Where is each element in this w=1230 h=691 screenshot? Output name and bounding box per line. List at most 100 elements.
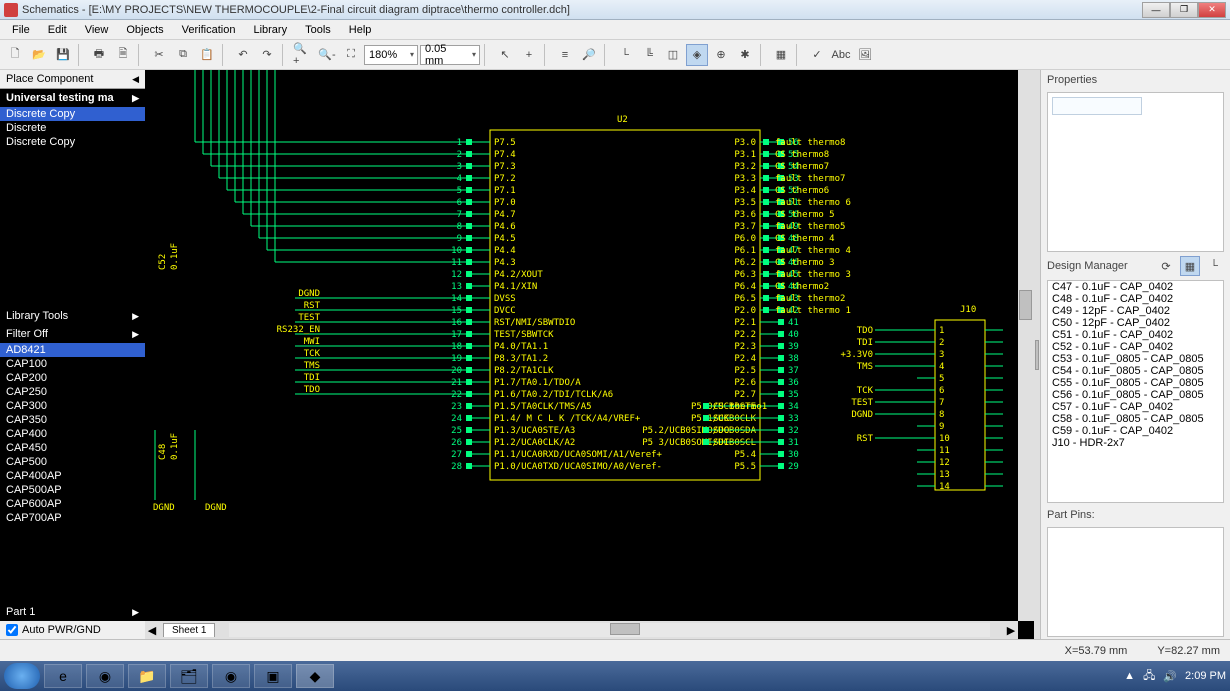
menu-tools[interactable]: Tools: [297, 22, 339, 38]
category-item[interactable]: Discrete Copy: [0, 135, 145, 149]
port-icon[interactable]: ◈: [686, 44, 708, 66]
menu-objects[interactable]: Objects: [118, 22, 171, 38]
task-chrome-icon[interactable]: ◉: [86, 664, 124, 688]
zoom-combo[interactable]: 180%: [364, 45, 418, 65]
close-button[interactable]: ✕: [1198, 2, 1226, 18]
category-item[interactable]: Discrete Copy: [0, 107, 145, 121]
dm-list-item[interactable]: C51 - 0.1uF - CAP_0402: [1048, 329, 1223, 341]
open-icon[interactable]: 📂: [28, 44, 50, 66]
part-item[interactable]: CAP100: [0, 357, 145, 371]
category-item[interactable]: Discrete: [0, 121, 145, 135]
part-item[interactable]: CAP250: [0, 385, 145, 399]
task-diptrace-icon[interactable]: ◆: [296, 664, 334, 688]
part-item[interactable]: CAP350: [0, 413, 145, 427]
pointer-icon[interactable]: ↖: [494, 44, 516, 66]
task-app-icon[interactable]: ▣: [254, 664, 292, 688]
preview-icon[interactable]: 🗎: [112, 44, 134, 66]
dm-list-item[interactable]: C49 - 12pF - CAP_0402: [1048, 305, 1223, 317]
task-explorer-icon[interactable]: 📁: [128, 664, 166, 688]
part-item[interactable]: CAP450: [0, 441, 145, 455]
minimize-button[interactable]: —: [1142, 2, 1170, 18]
dm-list-item[interactable]: J10 - HDR-2x7: [1048, 437, 1223, 449]
schematic-canvas[interactable]: U21P7.52P7.43P7.34P7.25P7.16P7.07P4.78P4…: [145, 70, 1034, 639]
tray-flag-icon[interactable]: ▲: [1124, 670, 1135, 682]
dm-list-item[interactable]: C47 - 0.1uF - CAP_0402: [1048, 281, 1223, 293]
design-manager-list[interactable]: C47 - 0.1uF - CAP_0402C48 - 0.1uF - CAP_…: [1047, 280, 1224, 503]
menu-view[interactable]: View: [77, 22, 117, 38]
place-component-header[interactable]: Place Component◀: [0, 70, 145, 89]
undo-icon[interactable]: ↶: [232, 44, 254, 66]
part-item[interactable]: CAP700AP: [0, 511, 145, 525]
noconn-icon[interactable]: ✱: [734, 44, 756, 66]
start-button[interactable]: [4, 663, 40, 689]
cut-icon[interactable]: ✂: [148, 44, 170, 66]
horizontal-scrollbar[interactable]: [229, 623, 990, 637]
zoom-in-icon[interactable]: 🔍+: [292, 44, 314, 66]
dm-list-item[interactable]: C48 - 0.1uF - CAP_0402: [1048, 293, 1223, 305]
auto-pwr-checkbox[interactable]: [6, 624, 18, 636]
task-ie-icon[interactable]: e: [44, 664, 82, 688]
library-tools[interactable]: Library Tools▶: [0, 307, 145, 325]
save-icon[interactable]: 💾: [52, 44, 74, 66]
dm-list-item[interactable]: C54 - 0.1uF_0805 - CAP_0805: [1048, 365, 1223, 377]
crosshair-icon[interactable]: +: [518, 44, 540, 66]
vertical-scrollbar[interactable]: [1018, 70, 1034, 621]
part-selector[interactable]: Part 1▶: [0, 603, 145, 621]
part-item[interactable]: AD8421: [0, 343, 145, 357]
menu-help[interactable]: Help: [341, 22, 380, 38]
zoom-fit-icon[interactable]: ⛶: [340, 44, 362, 66]
print-icon[interactable]: 🖶: [88, 44, 110, 66]
find-icon[interactable]: 🔎: [578, 44, 600, 66]
properties-box[interactable]: [1047, 92, 1224, 252]
part-item[interactable]: CAP500AP: [0, 483, 145, 497]
dm-list-item[interactable]: C57 - 0.1uF - CAP_0402: [1048, 401, 1223, 413]
task-folder-icon[interactable]: 🗂: [170, 664, 208, 688]
dm-refresh-icon[interactable]: ⟳: [1156, 256, 1176, 276]
dm-nets-icon[interactable]: └: [1204, 256, 1224, 276]
menu-library[interactable]: Library: [245, 22, 295, 38]
image-icon[interactable]: 🖼: [854, 44, 876, 66]
wire-icon[interactable]: └: [614, 44, 636, 66]
dm-list-item[interactable]: C53 - 0.1uF_0805 - CAP_0805: [1048, 353, 1223, 365]
dm-list-item[interactable]: C55 - 0.1uF_0805 - CAP_0805: [1048, 377, 1223, 389]
table-icon[interactable]: ▦: [770, 44, 792, 66]
menu-edit[interactable]: Edit: [40, 22, 75, 38]
grid-combo[interactable]: 0.05 mm: [420, 45, 480, 65]
copy-icon[interactable]: ⧉: [172, 44, 194, 66]
paste-icon[interactable]: 📋: [196, 44, 218, 66]
align-icon[interactable]: ≡: [554, 44, 576, 66]
part-item[interactable]: CAP400: [0, 427, 145, 441]
bus-icon[interactable]: ╚: [638, 44, 660, 66]
system-tray[interactable]: ▲ 🖧 🔊 2:09 PM: [1124, 667, 1226, 686]
maximize-button[interactable]: ❐: [1170, 2, 1198, 18]
dm-list-item[interactable]: C50 - 12pF - CAP_0402: [1048, 317, 1223, 329]
sheet-tab[interactable]: Sheet 1: [163, 623, 215, 637]
part-item[interactable]: CAP200: [0, 371, 145, 385]
dm-list-item[interactable]: C52 - 0.1uF - CAP_0402: [1048, 341, 1223, 353]
net-icon[interactable]: ◫: [662, 44, 684, 66]
part-pins-box[interactable]: [1047, 527, 1224, 637]
junction-icon[interactable]: ⊕: [710, 44, 732, 66]
category-list[interactable]: Discrete CopyDiscreteDiscrete Copy: [0, 107, 145, 307]
part-item[interactable]: CAP400AP: [0, 469, 145, 483]
dm-list-item[interactable]: C59 - 0.1uF - CAP_0402: [1048, 425, 1223, 437]
tray-network-icon[interactable]: 🖧: [1143, 667, 1155, 686]
new-icon[interactable]: 🗋: [4, 44, 26, 66]
part-item[interactable]: CAP500: [0, 455, 145, 469]
task-chrome2-icon[interactable]: ◉: [212, 664, 250, 688]
filter-toggle[interactable]: Filter Off▶: [0, 325, 145, 343]
part-item[interactable]: CAP600AP: [0, 497, 145, 511]
zoom-out-icon[interactable]: 🔍-: [316, 44, 338, 66]
part-item[interactable]: CAP300: [0, 399, 145, 413]
menu-verification[interactable]: Verification: [174, 22, 244, 38]
menu-file[interactable]: File: [4, 22, 38, 38]
dm-list-item[interactable]: C58 - 0.1uF_0805 - CAP_0805: [1048, 413, 1223, 425]
erc-icon[interactable]: ✓: [806, 44, 828, 66]
library-title[interactable]: Universal testing ma▶: [0, 89, 145, 107]
text-icon[interactable]: Abc: [830, 44, 852, 66]
parts-list[interactable]: AD8421CAP100CAP200CAP250CAP300CAP350CAP4…: [0, 343, 145, 603]
dm-components-icon[interactable]: ▦: [1180, 256, 1200, 276]
dm-list-item[interactable]: C56 - 0.1uF_0805 - CAP_0805: [1048, 389, 1223, 401]
redo-icon[interactable]: ↷: [256, 44, 278, 66]
tray-volume-icon[interactable]: 🔊: [1163, 670, 1177, 683]
